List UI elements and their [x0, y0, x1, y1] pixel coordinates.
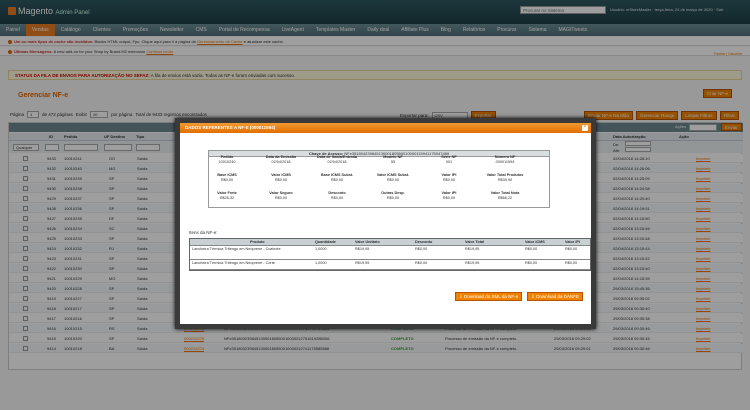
field-value: 000011594 [495, 160, 515, 164]
field-label: Valor Total Produtos [486, 173, 524, 177]
items-col-header: Valor IPI [565, 240, 580, 244]
field-label: Série NF [441, 155, 457, 159]
field-label: Valor ICMS Subst. [376, 173, 410, 177]
item-unit: R$19,95 [355, 247, 370, 251]
items-col-header: Valor Total [465, 240, 485, 244]
field-value: R$0,00 [442, 178, 456, 182]
field-label: Valor Total Nota [490, 191, 520, 195]
download-danfe-label: Download da DANFE [536, 294, 579, 299]
items-table-header: Produto Quantidade Valor Unitário Desconto V… [190, 239, 590, 246]
field-value: 02/04/2018 [271, 160, 291, 164]
field-label: Base ICMS [217, 173, 237, 177]
download-xml-button[interactable]: ⇩ Download do XML da NF-e [455, 292, 523, 301]
field-value: R$0,00 [442, 196, 456, 200]
item-total: R$19,95 [465, 261, 480, 265]
modal-title: DADOS REFERENTES A NF-E (000011594) [185, 125, 276, 130]
item-icms: R$0,00 [525, 261, 538, 265]
items-col-header: Quantidade [315, 240, 336, 244]
download-buttons: ⇩ Download do XML da NF-e ⇩ Download da … [455, 292, 583, 301]
field-value: R$0,00 [330, 196, 344, 200]
items-table: Produto Quantidade Valor Unitário Desconto V… [189, 238, 591, 271]
field-value: R$0,00 [386, 196, 400, 200]
items-col-header: Desconto [415, 240, 433, 244]
field-label: Pedido [220, 155, 234, 159]
item-produto: Lancheira Térmica Tritengo em Neoprene -… [192, 247, 281, 251]
field-value: 001 [445, 160, 453, 164]
field-label: Valor Seguro [269, 191, 293, 195]
item-ipi: R$0,00 [565, 247, 578, 251]
field-label: Desconto [328, 191, 346, 195]
field-label: Número NF [494, 155, 516, 159]
item-qtd: 1,0000 [315, 247, 327, 251]
nfe-details-modal: DADOS REFERENTES A NF-E (000011594) × Ch… [175, 118, 596, 329]
field-value: R$0,00 [386, 178, 400, 182]
field-label: Data da Emissão [265, 155, 297, 159]
field-value: R$0,00 [330, 178, 344, 182]
item-icms: R$0,00 [525, 247, 538, 251]
field-value: 02/04/2018 [327, 160, 347, 164]
field-value: R$0,00 [274, 196, 288, 200]
item-row: Lancheira Térmica Tritengo em Neoprene -… [190, 246, 590, 260]
download-xml-label: Download do XML da NF-e [464, 294, 519, 299]
field-label: Data de Saída/Entrada [316, 155, 358, 159]
field-value: 10010240 [218, 160, 236, 164]
field-label: Valor IPI [441, 191, 457, 195]
field-value: R$0,00 [274, 178, 288, 182]
item-produto: Lancheira Térmica Tritengo em Neoprene -… [192, 261, 275, 265]
field-label: Modelo NF [383, 155, 403, 159]
item-qtd: 1,0000 [315, 261, 327, 265]
close-icon[interactable]: × [582, 125, 588, 131]
items-col-header: Valor Unitário [355, 240, 380, 244]
field-value: R$26,32 [219, 196, 235, 200]
field-label: Base ICMS Subst. [320, 173, 354, 177]
field-value: R$0,00 [220, 178, 234, 182]
item-ipi: R$0,00 [565, 261, 578, 265]
field-value: R$66,22 [497, 196, 513, 200]
field-value: R$39,90 [497, 178, 513, 182]
item-desc: R$0,00 [415, 247, 428, 251]
items-label: Itens da NF-e: [189, 230, 218, 235]
nfe-info-box: Chave de Acesso: NFe35180423984513000180… [208, 150, 550, 208]
item-desc: R$0,00 [415, 261, 428, 265]
item-row: Lancheira Térmica Tritengo em Neoprene -… [190, 260, 590, 270]
item-unit: R$19,95 [355, 261, 370, 265]
field-label: Valor Frete [217, 191, 237, 195]
items-col-header: Valor ICMS [525, 240, 545, 244]
field-label: Valor ICMS [271, 173, 291, 177]
field-label: Valor IPI [441, 173, 457, 177]
items-col-header: Produto [250, 240, 265, 244]
item-total: R$19,95 [465, 247, 480, 251]
field-label: Outras Desp. [381, 191, 405, 195]
download-danfe-button[interactable]: ⇩ Download da DANFE [527, 292, 583, 301]
modal-header: DADOS REFERENTES A NF-E (000011594) [180, 123, 591, 133]
field-value: 55 [390, 160, 396, 164]
